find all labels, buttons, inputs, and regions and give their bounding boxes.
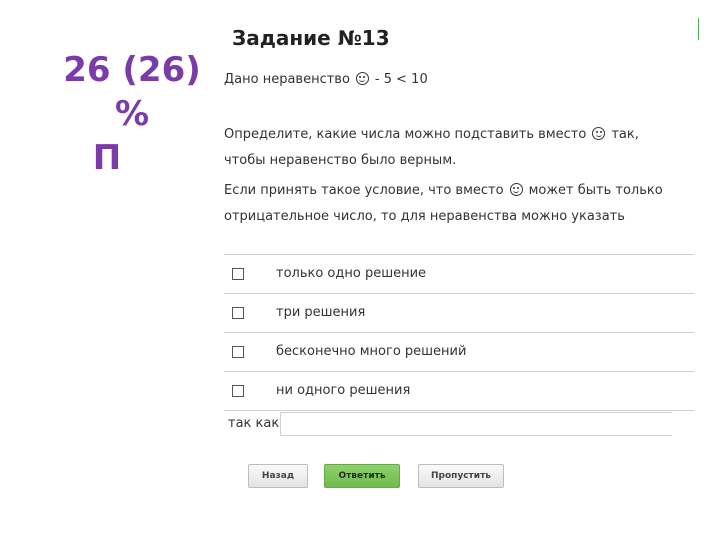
answer-option-label: бесконечно много решений (276, 344, 467, 359)
answer-option-label: три решения (276, 305, 366, 320)
answer-option-label: ни одного решения (276, 383, 411, 398)
given-inequality: Дано неравенство - 5 < 10 (224, 72, 428, 87)
checkbox[interactable] (232, 346, 244, 358)
task-title: Задание №13 (232, 26, 390, 50)
slide-caption-letter: П (92, 138, 122, 178)
checkbox[interactable] (232, 268, 244, 280)
answer-option[interactable]: три решения (224, 294, 694, 333)
task-panel: Задание №13 Дано неравенство - 5 < 10 Опр… (212, 18, 698, 528)
answer-option[interactable]: бесконечно много решений (224, 333, 694, 372)
given-prefix: Дано неравенство (224, 72, 350, 87)
skip-button[interactable]: Пропустить (418, 464, 504, 488)
smiley-icon (355, 72, 369, 85)
explanation-input[interactable] (280, 412, 672, 436)
question-paragraph-1: Определите, какие числа можно подставить… (224, 122, 694, 174)
paragraph2-part-b: может быть только (528, 183, 663, 198)
paragraph1-part-b: так, (611, 127, 639, 142)
since-label: так как (228, 416, 280, 431)
paragraph1-part-c: чтобы неравенство было верным. (224, 153, 457, 168)
smiley-icon (509, 183, 523, 196)
checkbox[interactable] (232, 385, 244, 397)
answer-option-label: только одно решение (276, 266, 427, 281)
slide-caption-percent: 26 (26) % (63, 50, 201, 134)
question-paragraph-2: Если принять такое условие, что вместо мо… (224, 178, 694, 230)
slide-caption: 26 (26) % П (42, 48, 222, 180)
checkbox[interactable] (232, 307, 244, 319)
paragraph1-part-a: Определите, какие числа можно подставить… (224, 127, 587, 142)
paragraph2-part-c: отрицательное число, то для неравенства … (224, 209, 625, 224)
answer-option[interactable]: ни одного решения (224, 372, 694, 411)
answer-button[interactable]: Ответить (324, 464, 400, 488)
paragraph2-part-a: Если принять такое условие, что вместо (224, 183, 504, 198)
back-button[interactable]: Назад (248, 464, 308, 488)
answer-options: только одно решение три решения бесконеч… (224, 254, 694, 411)
smiley-icon (592, 127, 606, 140)
given-suffix: - 5 < 10 (374, 72, 428, 87)
answer-option[interactable]: только одно решение (224, 255, 694, 294)
